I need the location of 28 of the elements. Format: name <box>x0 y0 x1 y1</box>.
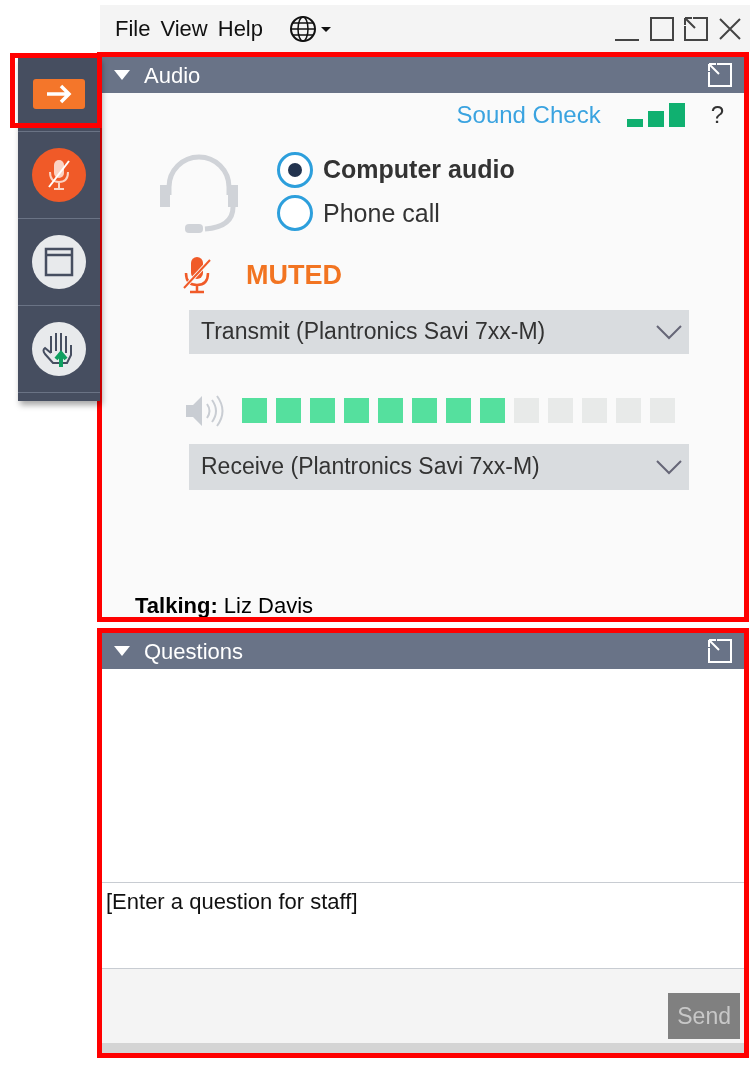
menu-item[interactable]: File <box>115 12 151 45</box>
radio-button[interactable] <box>277 195 313 232</box>
speaker-icon <box>184 393 226 428</box>
muted-microphone-icon[interactable] <box>31 147 87 203</box>
muted-microphone-icon[interactable] <box>182 256 212 295</box>
help-icon[interactable]: ? <box>710 97 724 133</box>
radio-option[interactable]: Phone call <box>277 194 515 232</box>
receive-dropdown[interactable]: Receive (Plantronics Savi 7xx-M) <box>189 443 689 490</box>
chevron-icon <box>655 323 683 340</box>
menu-item[interactable]: Help <box>217 12 263 45</box>
signal-icon <box>626 103 685 127</box>
collapse-icon[interactable] <box>114 69 130 81</box>
chevron-icon <box>655 458 683 475</box>
maximize-icon[interactable] <box>650 16 674 41</box>
panel-title: Questions <box>144 637 244 666</box>
panel-title: Audio <box>144 61 201 90</box>
muted-status: MUTED <box>246 259 342 292</box>
close-icon[interactable] <box>718 16 742 41</box>
collapse-icon[interactable] <box>114 645 130 657</box>
radio-button[interactable] <box>277 151 313 188</box>
resize-grip[interactable] <box>102 1043 744 1053</box>
window-icon[interactable] <box>31 234 87 290</box>
menu-item[interactable]: View <box>160 12 208 45</box>
radio-option[interactable]: Computer audio <box>277 151 515 189</box>
transmit-dropdown[interactable]: Transmit (Plantronics Savi 7xx-M) <box>189 309 689 354</box>
talking-status: Talking: Liz Davis <box>135 595 314 617</box>
popout-icon[interactable] <box>684 16 708 41</box>
raised-hand-icon[interactable] <box>31 321 87 377</box>
